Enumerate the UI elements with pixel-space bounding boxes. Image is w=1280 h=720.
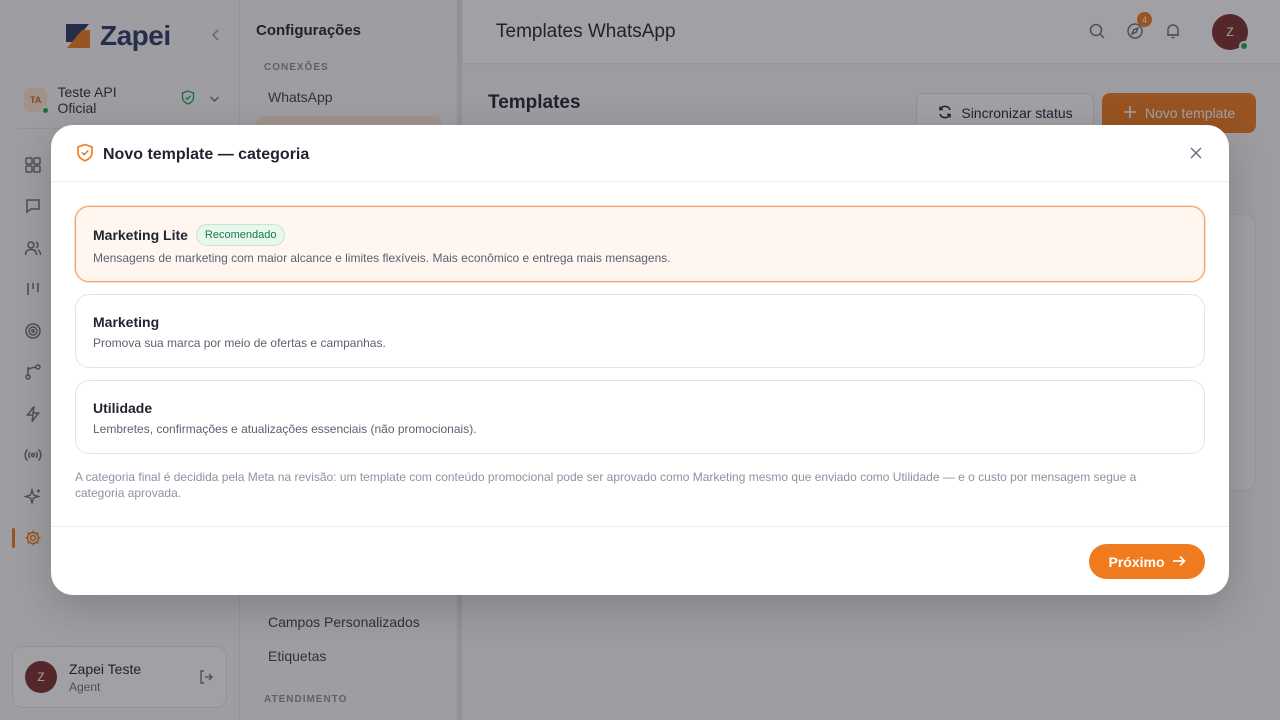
option-description: Lembretes, confirmações e atualizações e… — [93, 422, 477, 436]
option-description: Mensagens de marketing com maior alcance… — [93, 251, 671, 265]
next-label: Próximo — [1108, 553, 1165, 570]
next-button[interactable]: Próximo — [1089, 544, 1205, 579]
recommended-badge: Recomendado — [195, 224, 286, 246]
option-title: Utilidade — [93, 400, 153, 416]
modal-title: Novo template — categoria — [103, 146, 310, 163]
option-title: Marketing — [93, 314, 160, 330]
option-description: Promova sua marca por meio de ofertas e … — [93, 336, 386, 350]
modal-title-wrap: Novo template — categoria — [76, 143, 309, 167]
close-icon[interactable] — [1187, 144, 1205, 162]
shield-check-icon — [76, 143, 94, 167]
option-title-row: Utilidade — [93, 400, 152, 416]
category-option-utilidade[interactable]: Utilidade Lembretes, confirmações e atua… — [75, 380, 1205, 454]
modal-footer-divider — [51, 526, 1229, 527]
category-option-marketing-lite[interactable]: Marketing Lite Recomendado Mensagens de … — [75, 206, 1205, 282]
option-title-row: Marketing Lite Recomendado — [93, 224, 286, 246]
new-template-modal: Novo template — categoria Marketing Lite… — [51, 125, 1229, 595]
modal-header: Novo template — categoria — [51, 125, 1229, 182]
category-option-marketing[interactable]: Marketing Promova sua marca por meio de … — [75, 294, 1205, 368]
category-note: A categoria final é decidida pela Meta n… — [75, 470, 1137, 500]
option-title-row: Marketing — [93, 314, 159, 330]
option-title: Marketing Lite — [93, 227, 188, 243]
arrow-right-icon — [1172, 554, 1186, 570]
